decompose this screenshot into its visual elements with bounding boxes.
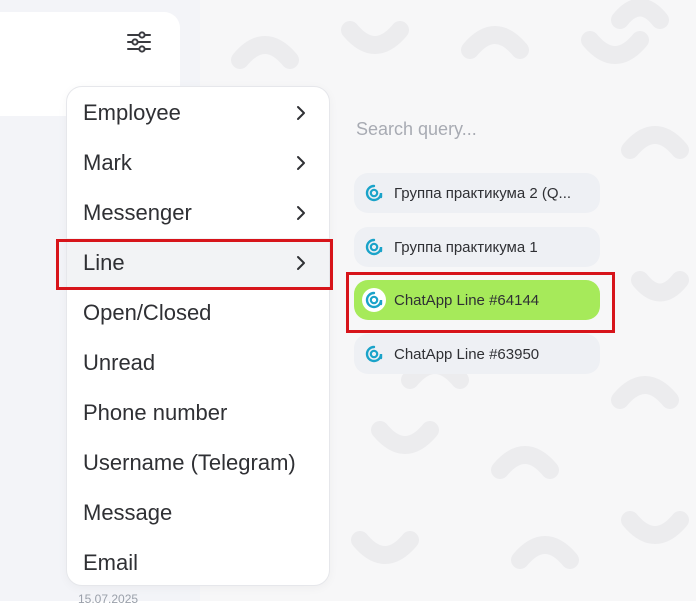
chatapp-logo-icon: [362, 288, 386, 312]
menu-item-unread[interactable]: Unread: [67, 338, 329, 388]
menu-item-label: Email: [83, 550, 139, 575]
line-chip-label: ChatApp Line #64144: [394, 291, 540, 309]
chatapp-logo-icon: [364, 183, 384, 203]
line-chip[interactable]: Группа практикума 1: [354, 227, 600, 267]
sliders-icon: [127, 31, 151, 53]
line-chip-selected[interactable]: ChatApp Line #64144: [354, 280, 600, 320]
chatapp-logo-icon: [364, 344, 384, 364]
menu-item-mark[interactable]: Mark: [67, 138, 329, 188]
menu-item-employee[interactable]: Employee: [67, 88, 329, 138]
menu-item-phone-number[interactable]: Phone number: [67, 388, 329, 438]
menu-item-label: Phone number: [83, 400, 228, 425]
line-chip-label: Группа практикума 2 (Q...: [394, 184, 572, 202]
chevron-right-icon: [297, 106, 305, 120]
line-search-input[interactable]: [354, 114, 678, 144]
menu-item-messenger[interactable]: Messenger: [67, 188, 329, 238]
chevron-right-icon: [297, 206, 305, 220]
filter-button[interactable]: [126, 30, 152, 54]
line-chip-label: ChatApp Line #63950: [394, 345, 540, 363]
filter-menu: Employee Mark Messenger Line Open/Closed…: [66, 86, 330, 586]
menu-item-label: Line: [83, 250, 125, 275]
menu-item-message[interactable]: Message: [67, 488, 329, 538]
line-chip[interactable]: Группа практикума 2 (Q...: [354, 173, 600, 213]
menu-item-username-telegram[interactable]: Username (Telegram): [67, 438, 329, 488]
menu-item-label: Messenger: [83, 200, 192, 225]
menu-item-email[interactable]: Email: [67, 538, 329, 588]
menu-item-label: Username (Telegram): [83, 450, 296, 475]
chatapp-logo-icon: [364, 237, 384, 257]
menu-item-label: Open/Closed: [83, 300, 212, 325]
chevron-right-icon: [297, 256, 305, 270]
menu-item-label: Message: [83, 500, 173, 525]
menu-item-label: Mark: [83, 150, 132, 175]
menu-item-label: Unread: [83, 350, 156, 375]
chevron-right-icon: [297, 156, 305, 170]
line-chip[interactable]: ChatApp Line #63950: [354, 334, 600, 374]
partially-hidden-date: 15.07.2025: [78, 592, 139, 606]
line-chip-label: Группа практикума 1: [394, 238, 538, 256]
menu-item-line[interactable]: Line: [67, 238, 329, 288]
menu-item-open-closed[interactable]: Open/Closed: [67, 288, 329, 338]
menu-item-label: Employee: [83, 100, 181, 125]
